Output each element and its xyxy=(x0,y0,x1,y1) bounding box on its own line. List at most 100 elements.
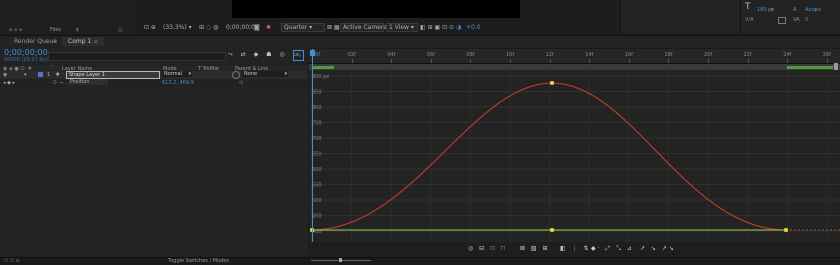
font-size-icon: T xyxy=(745,2,751,12)
region-icons[interactable]: ⊠ ▦ xyxy=(327,24,340,31)
mode-dropdown[interactable]: Normal ▾ xyxy=(162,71,192,77)
keyframe-point[interactable] xyxy=(784,228,788,232)
zoom-dropdown[interactable]: (33.3%) ▾ xyxy=(163,24,192,31)
ruler-tick-02f: 02f xyxy=(347,52,356,58)
viewer-icons[interactable]: ⊡ ⊕ xyxy=(144,24,156,31)
zoom-value: (33.3%) xyxy=(163,24,187,31)
ruler-ticks: 00f 02f 04f 06f 08f 10f 12f 14f 16f 18f 20f 22f 24f 2… xyxy=(309,49,840,63)
playhead[interactable] xyxy=(312,49,313,242)
ruler-tick-mark xyxy=(510,59,511,63)
bit-depth-icon[interactable]: ▤ xyxy=(118,27,123,33)
exposure-value[interactable]: +0.0 xyxy=(466,24,481,31)
property-row[interactable] xyxy=(0,79,308,86)
keyframe-point[interactable] xyxy=(550,81,554,85)
graph-editor-button[interactable]: ∿ xyxy=(293,50,304,61)
views-dropdown[interactable]: 1 View ▾ xyxy=(386,23,418,32)
mode-value: Normal xyxy=(164,71,183,77)
y-axis-label: 450 xyxy=(312,214,322,220)
views-value: 1 View xyxy=(389,24,409,31)
y-axis-label: 500 xyxy=(312,198,322,204)
zoom-slider-thumb[interactable] xyxy=(339,258,342,262)
panel-divider-2 xyxy=(620,0,621,34)
keyframe-nav-icons[interactable]: ◂ ◆ ▸ xyxy=(3,80,15,86)
y-axis-label: 900 px xyxy=(312,74,329,80)
layer-name[interactable]: Shape Layer 1 xyxy=(66,71,160,79)
stroke-swatch-icon[interactable] xyxy=(778,17,786,24)
stopwatch-icon[interactable]: ⏱ xyxy=(53,80,57,86)
trash-icon[interactable]: ▮ xyxy=(76,27,79,33)
tab-comp[interactable]: Comp 1 ≡ xyxy=(62,37,105,46)
expand-icon[interactable]: ▾ xyxy=(24,72,27,78)
ruler-tick-mark xyxy=(391,59,393,63)
grid-icons[interactable]: ⊞ ◌ ◍ xyxy=(199,24,218,31)
parent-dropdown[interactable]: None ▾ xyxy=(242,71,288,77)
playhead-handle[interactable] xyxy=(310,50,315,56)
ruler-tick-mark xyxy=(747,59,749,63)
ruler-tick-mark xyxy=(787,59,789,63)
color-icon[interactable]: ✱ xyxy=(266,24,271,31)
graph-snap-icons[interactable]: ⊡ ⊓ xyxy=(490,245,508,252)
graph-type-icons[interactable]: ◧ ⋮ ⇅ xyxy=(560,245,591,252)
close-icon[interactable]: ✕ xyxy=(53,39,57,45)
visibility-icon[interactable]: ◉ xyxy=(3,72,7,78)
resolution-value: Quarter xyxy=(284,24,308,31)
resolution-dropdown[interactable]: Quarter ▾ xyxy=(281,23,325,32)
files-label: Files xyxy=(50,27,61,33)
layer-number: 1 xyxy=(47,72,51,78)
position-value-curve[interactable] xyxy=(311,82,787,231)
ruler-tick-mark xyxy=(351,59,353,63)
ruler-tick-26f: 26f xyxy=(822,52,831,58)
y-axis-label: 700 xyxy=(312,136,322,142)
y-axis-label: 550 xyxy=(312,183,322,189)
graph-fit-icons[interactable]: ⊠ ▨ ⊞ xyxy=(520,245,550,252)
work-area-start[interactable] xyxy=(312,66,334,69)
label-color-icon[interactable] xyxy=(38,72,43,77)
tracking-icon: VA xyxy=(793,17,800,23)
timeline-switch-icons[interactable]: ⤳ ⇄ ◆ ☗ ◎ ▭ xyxy=(228,51,301,58)
leading-icon: A xyxy=(793,7,797,13)
ruler-tick-16f: 16f xyxy=(624,52,633,58)
graph-toggle-icon[interactable]: ⌐ xyxy=(60,80,64,86)
panel-divider xyxy=(740,0,741,34)
exposure-icon[interactable]: ◑ xyxy=(456,24,461,31)
value-graph[interactable]: 900 px850800750700650600550500450400 xyxy=(309,70,840,242)
font-size-arrow-icon[interactable]: ▾ xyxy=(771,7,774,13)
y-axis-label: 850 xyxy=(312,90,322,96)
current-timecode[interactable]: 0;00;00;00 xyxy=(4,48,48,57)
property-name: Position xyxy=(68,79,108,85)
easing-icons[interactable]: ↗ ↘ ↗↘ xyxy=(640,245,676,252)
ruler-tick-08f: 08f xyxy=(466,52,475,58)
y-axis-label: 800 xyxy=(312,105,322,111)
tab-comp-label: Comp 1 xyxy=(68,38,92,45)
graph-view-icons[interactable]: ◎ ⊟ xyxy=(468,245,486,252)
ruler-tick-10f: 10f xyxy=(506,52,515,58)
leading-px: px xyxy=(815,7,822,13)
frame-counter: 00000 (29.97 fps) xyxy=(4,57,49,63)
composition-canvas xyxy=(232,0,520,18)
layer-search-input[interactable]: ρ· xyxy=(48,52,226,70)
ruler-tick-14f: 14f xyxy=(585,52,594,58)
camera-dropdown[interactable]: Active Camera ▾ xyxy=(340,23,392,32)
ruler-tick-18f: 18f xyxy=(664,52,673,58)
viewer-toggle-icons[interactable]: ◧ ⊞ ▣ ⊡ ⊙ xyxy=(420,24,454,31)
work-area-end[interactable] xyxy=(787,66,833,69)
ruler-tick-04f: 04f xyxy=(387,52,396,58)
ruler-tick-mark xyxy=(430,59,432,63)
y-axis-label: 650 xyxy=(312,152,322,158)
graph-editor[interactable]: 900 px 850 800 750 700 650 600 550 500 450 400 xyxy=(309,70,840,242)
position-value[interactable]: 613.2, 409.9 xyxy=(162,80,194,86)
pick-whip-icon[interactable] xyxy=(232,71,240,79)
keyframe-tool-icons[interactable]: ◆· ⤢ ⤡ ⊿ xyxy=(591,245,634,252)
parent-value: None xyxy=(244,71,258,77)
status-left-icons[interactable]: ⊙ ⊡ ⊕ xyxy=(4,258,20,264)
ruler-tick-mark xyxy=(549,59,551,63)
ruler-tick-mark xyxy=(470,59,472,63)
keyframe-point[interactable] xyxy=(550,228,554,232)
property-link-icon[interactable]: ⊙ xyxy=(239,80,243,86)
tracking-value[interactable]: 0 xyxy=(805,17,808,23)
toggle-switches-modes[interactable]: Toggle Switches / Modes xyxy=(168,258,229,264)
kerning-icon: V/A xyxy=(745,17,754,23)
ruler-tick-22f: 22f xyxy=(743,52,752,58)
snapshot-icon[interactable]: ◙ xyxy=(254,24,260,31)
project-status: ▪ ▪ ▪ xyxy=(9,27,23,33)
